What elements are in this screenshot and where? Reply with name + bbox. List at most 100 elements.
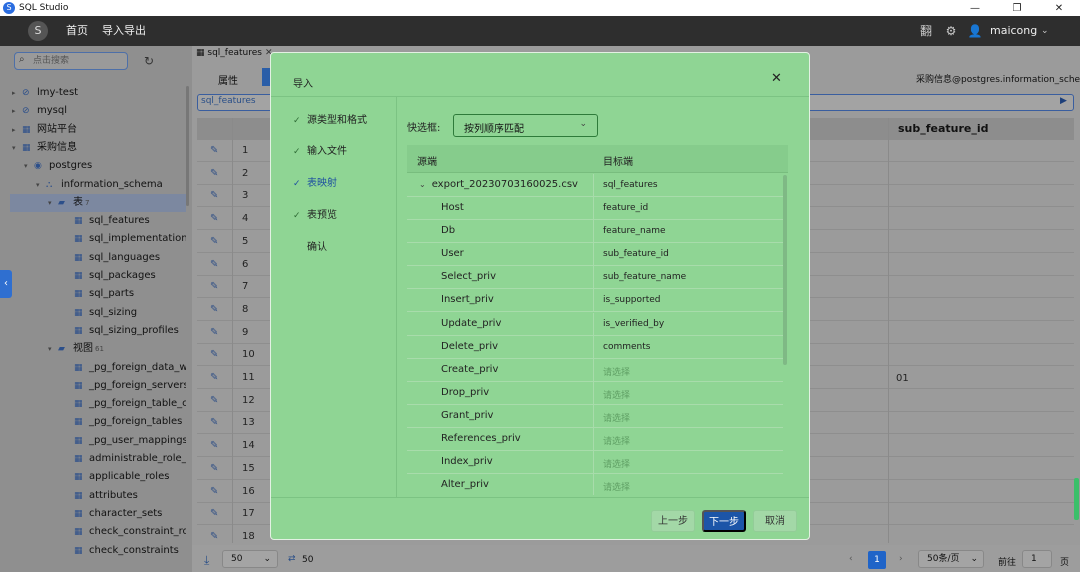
tree-caret-icon[interactable]: ▸ (12, 121, 22, 139)
tree-item[interactable]: ▾ ⛬ information_schema (36, 176, 186, 194)
quick-select-dropdown[interactable]: 按列顺序匹配 ⌄ (453, 114, 598, 137)
edit-icon[interactable]: ✎ (210, 236, 218, 247)
mapping-target-select[interactable]: feature_name (603, 226, 666, 236)
page-1-button[interactable]: 1 (868, 551, 886, 569)
tree-caret-icon[interactable]: ▾ (36, 176, 46, 194)
wizard-step[interactable]: ✓ 表预览 (293, 206, 337, 222)
mapping-target-select[interactable]: 请选择 (603, 388, 630, 401)
tree-item[interactable]: ▦ sql_parts (64, 285, 186, 303)
mapping-target-select[interactable]: comments (603, 342, 650, 352)
edit-icon[interactable]: ✎ (210, 259, 218, 270)
edit-icon[interactable]: ✎ (210, 508, 218, 519)
edit-icon[interactable]: ✎ (210, 395, 218, 406)
tree-item[interactable]: ▦ _pg_foreign_servers (64, 377, 186, 395)
mapping-target-select[interactable]: sub_feature_id (603, 249, 669, 259)
tree-item[interactable]: ▾ ▰ 表 7 (10, 193, 186, 212)
wizard-step[interactable]: ✓ 输入文件 (293, 142, 347, 158)
tree-item[interactable]: ▾ ▰ 视图 61 (48, 340, 186, 358)
mapping-target-select[interactable]: 请选择 (603, 434, 630, 447)
nav-home[interactable]: 首页 (66, 16, 88, 46)
refresh-count-icon[interactable]: ⇄ (288, 554, 296, 564)
main-scrollbar[interactable] (1074, 478, 1079, 520)
refresh-icon[interactable]: ↻ (144, 54, 154, 68)
tree-caret-icon[interactable]: ▾ (48, 340, 58, 358)
edit-icon[interactable]: ✎ (210, 531, 218, 542)
wizard-step[interactable]: ✓ 源类型和格式 (293, 111, 367, 127)
edit-icon[interactable]: ✎ (210, 417, 218, 428)
tree-item[interactable]: ▦ _pg_foreign_tables (64, 413, 186, 431)
username[interactable]: maicong (990, 16, 1037, 46)
mapping-target-select[interactable]: 请选择 (603, 480, 630, 493)
brand-logo-icon[interactable]: S (28, 21, 48, 41)
close-window-button[interactable]: ✕ (1038, 0, 1080, 16)
edit-icon[interactable]: ✎ (210, 440, 218, 451)
edit-icon[interactable]: ✎ (210, 349, 218, 360)
mapping-target-select[interactable]: 请选择 (603, 457, 630, 470)
edit-icon[interactable]: ✎ (210, 304, 218, 315)
search-input[interactable] (33, 54, 125, 68)
wizard-step[interactable]: 确认 (293, 238, 327, 254)
mapping-target-select[interactable]: is_supported (603, 295, 661, 305)
tree-item[interactable]: ▦ sql_sizing_profiles (64, 322, 186, 340)
tree-item[interactable]: ▦ sql_languages (64, 249, 186, 267)
target-table-select[interactable]: sql_features (603, 180, 658, 190)
previous-step-button[interactable]: 上一步 (651, 510, 695, 532)
edit-icon[interactable]: ✎ (210, 168, 218, 179)
tree-item[interactable]: ▦ character_sets (64, 505, 186, 523)
edit-icon[interactable]: ✎ (210, 281, 218, 292)
mapping-target-select[interactable]: is_verified_by (603, 319, 664, 329)
maximize-button[interactable]: ❐ (996, 0, 1038, 16)
mapping-target-select[interactable]: sub_feature_name (603, 272, 686, 282)
edit-icon[interactable]: ✎ (210, 327, 218, 338)
mapping-target-select[interactable]: feature_id (603, 203, 648, 213)
run-icon[interactable]: ▶ (1060, 96, 1067, 106)
export-icon[interactable]: ⤓ (204, 553, 209, 568)
prev-page-button[interactable]: ‹ (849, 554, 853, 564)
user-icon[interactable]: 👤 (967, 23, 983, 39)
tree-item[interactable]: ▦ administrable_role_authorizations (64, 450, 186, 468)
edit-icon[interactable]: ✎ (210, 145, 218, 156)
tree-item[interactable]: ▦ _pg_foreign_data_wrappers (64, 359, 186, 377)
edit-icon[interactable]: ✎ (210, 213, 218, 224)
tree-item[interactable]: ▦ _pg_foreign_table_columns (64, 395, 186, 413)
mapping-target-select[interactable]: 请选择 (603, 365, 630, 378)
tree-item[interactable]: ▦ _pg_user_mappings (64, 432, 186, 450)
mapping-scrollbar[interactable] (783, 175, 787, 365)
tree-item[interactable]: ▦ sql_features (64, 212, 186, 230)
tree-caret-icon[interactable]: ▸ (12, 84, 22, 102)
sidebar-scrollbar[interactable] (186, 86, 189, 206)
tab-sql-features[interactable]: ▦ sql_features (196, 48, 262, 62)
column-header-sub-feature-id[interactable]: sub_feature_id (898, 122, 989, 135)
next-page-button[interactable]: › (899, 554, 903, 564)
nav-import-export[interactable]: 导入导出 (102, 16, 146, 46)
goto-page-input[interactable]: 1 (1022, 550, 1052, 568)
cancel-button[interactable]: 取消 (753, 510, 797, 532)
settings-gear-icon[interactable]: ⚙ (943, 23, 959, 39)
translate-icon[interactable]: 翻 (918, 23, 934, 39)
tree-item[interactable]: ▾ ▦ 采购信息 (12, 139, 186, 157)
tab-properties[interactable]: 属性 (218, 72, 238, 87)
tree-caret-icon[interactable]: ▸ (12, 102, 22, 120)
tree-item[interactable]: ▦ attributes (64, 487, 186, 505)
minimize-button[interactable]: — (954, 0, 996, 16)
tree-item[interactable]: ▸ ⊘ lmy-test (12, 84, 186, 102)
mapping-target-select[interactable]: 请选择 (603, 411, 630, 424)
page-size-select-left[interactable]: 50 ⌄ (222, 550, 278, 568)
tree-item[interactable]: ▦ sql_packages (64, 267, 186, 285)
mapping-file-row[interactable]: ⌄ export_20230703160025.csv sql_features (407, 174, 783, 197)
search-box[interactable]: ⌕ (14, 52, 128, 70)
tree-item[interactable]: ▦ sql_implementation_info (64, 230, 186, 248)
tree-caret-icon[interactable]: ▾ (24, 157, 34, 175)
edit-icon[interactable]: ✎ (210, 372, 218, 383)
chevron-down-icon[interactable]: ⌄ (1041, 16, 1049, 46)
tree-caret-icon[interactable]: ▾ (48, 194, 58, 212)
chevron-down-icon[interactable]: ⌄ (419, 180, 426, 189)
close-icon[interactable]: ✕ (771, 71, 782, 86)
edit-icon[interactable]: ✎ (210, 486, 218, 497)
tree-item[interactable]: ▸ ⊘ mysql (12, 102, 186, 120)
next-step-button[interactable]: 下一步 (702, 510, 746, 532)
tree-item[interactable]: ▦ sql_sizing (64, 304, 186, 322)
tree-item[interactable]: ▦ applicable_roles (64, 468, 186, 486)
edit-icon[interactable]: ✎ (210, 190, 218, 201)
tree-item[interactable]: ▦ check_constraint_routine_usage (64, 523, 186, 541)
